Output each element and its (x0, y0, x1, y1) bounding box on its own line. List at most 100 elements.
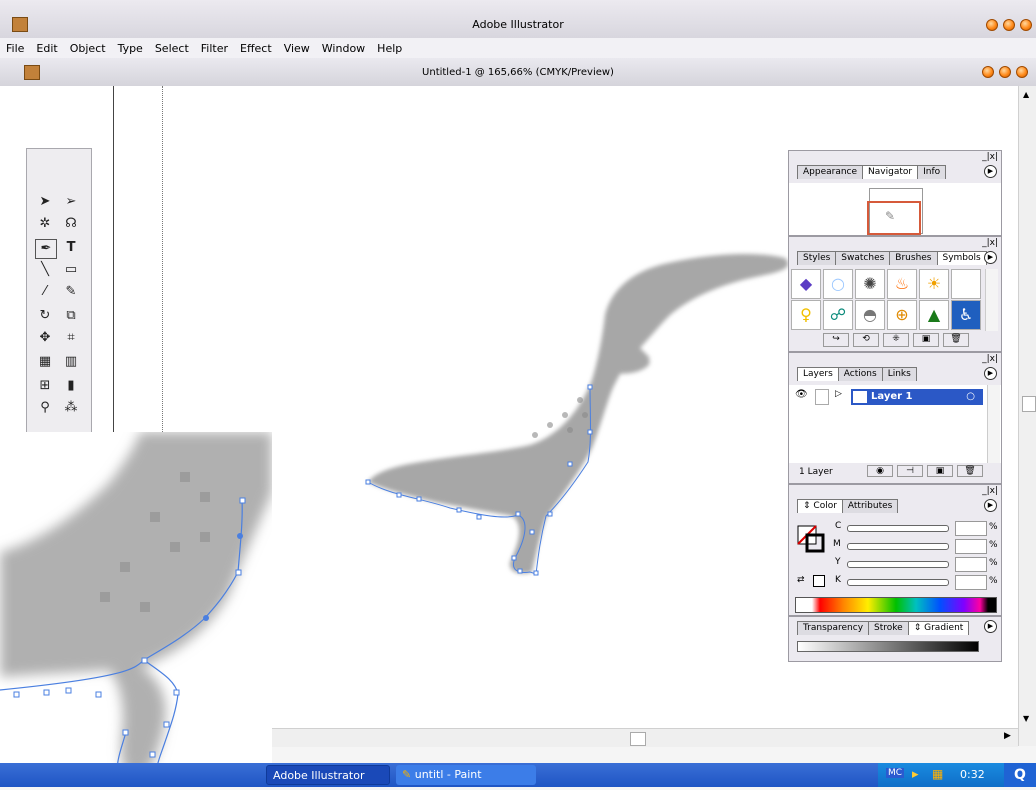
accessibility-symbol-icon[interactable]: ♿ (951, 300, 981, 330)
new-sublayer-icon[interactable]: ⊣ (897, 465, 923, 477)
gradient-ramp[interactable] (797, 641, 979, 652)
new-layer-icon[interactable]: ▣ (927, 465, 953, 477)
new-symbol-icon[interactable]: ▣ (913, 333, 939, 347)
menu-help[interactable]: Help (371, 42, 408, 55)
menu-edit[interactable]: Edit (30, 42, 63, 55)
panel-close-icon[interactable]: _|x| (982, 486, 998, 496)
tab-attributes[interactable]: Attributes (841, 499, 899, 513)
tab-appearance[interactable]: Appearance (797, 165, 864, 179)
menu-file[interactable]: File (0, 42, 30, 55)
menu-view[interactable]: View (278, 42, 316, 55)
vertical-scroll-thumb[interactable] (1022, 396, 1036, 412)
close-button[interactable] (1020, 19, 1032, 31)
tree-symbol-icon[interactable]: ▲ (919, 300, 949, 330)
selection-tool-icon[interactable]: ➤ (35, 193, 55, 211)
scroll-up-icon[interactable]: ▲ (1023, 90, 1029, 99)
panel-close-icon[interactable]: _|x| (982, 152, 998, 162)
graph-tool-icon[interactable]: ▥ (61, 353, 81, 371)
doc-maximize-button[interactable] (999, 66, 1011, 78)
target-circle-icon[interactable]: ○ (966, 389, 975, 405)
smear-symbol-icon[interactable]: ◓ (855, 300, 885, 330)
fill-stroke-icon[interactable] (797, 525, 827, 555)
maximize-button[interactable] (1003, 19, 1015, 31)
panel-close-icon[interactable]: _|x| (982, 238, 998, 248)
sun-symbol-icon[interactable]: ☀ (919, 269, 949, 299)
tab-styles[interactable]: Styles (797, 251, 837, 265)
scroll-right-icon[interactable]: ▶ (1004, 731, 1011, 741)
bubble-symbol-icon[interactable]: ○ (823, 269, 853, 299)
magic-wand-tool-icon[interactable]: ✲ (35, 215, 55, 233)
tab-swatches[interactable]: Swatches (835, 251, 891, 265)
pencil-tool-icon[interactable]: ✎ (61, 283, 81, 301)
panel-menu-icon[interactable]: ▶ (984, 367, 997, 380)
place-symbol-icon[interactable]: ↪ (823, 333, 849, 347)
break-link-icon[interactable]: ⁜ (883, 333, 909, 347)
lock-toggle[interactable] (815, 389, 829, 405)
tab-color[interactable]: ⇕ Color (797, 499, 843, 513)
globe-symbol-icon[interactable]: ⊕ (887, 300, 917, 330)
black-field[interactable] (955, 575, 987, 590)
tab-actions[interactable]: Actions (837, 367, 883, 381)
menu-effect[interactable]: Effect (234, 42, 278, 55)
symbol-sprayer-tool-icon[interactable]: ▦ (35, 353, 55, 371)
minimize-button[interactable] (986, 19, 998, 31)
navigator-preview[interactable]: ✎ (789, 183, 1001, 235)
blend-tool-icon[interactable]: ⁂ (61, 399, 81, 417)
tray-app-icon[interactable]: ▦ (932, 767, 943, 781)
menu-filter[interactable]: Filter (195, 42, 234, 55)
fire-symbol-icon[interactable]: ♨ (887, 269, 917, 299)
empty-symbol-slot[interactable] (951, 269, 981, 299)
tab-navigator[interactable]: Navigator (862, 165, 919, 179)
fish-symbol-icon[interactable]: ◆ (791, 269, 821, 299)
pen-tool-icon[interactable]: ✒ (35, 239, 57, 259)
tab-info[interactable]: Info (917, 165, 947, 179)
clipping-mask-icon[interactable]: ◉ (867, 465, 893, 477)
type-tool-icon[interactable]: T (61, 239, 81, 257)
search-icon[interactable]: Q (1004, 763, 1036, 787)
panel-menu-icon[interactable]: ▶ (984, 620, 997, 633)
tab-links[interactable]: Links (881, 367, 917, 381)
gecko-artwork[interactable] (340, 240, 810, 600)
lasso-tool-icon[interactable]: ☊ (61, 215, 81, 233)
gradient-tool-icon[interactable]: ▮ (61, 377, 81, 395)
last-color-swatch[interactable] (813, 575, 825, 587)
delete-layer-icon[interactable]: 🗑 (957, 465, 983, 477)
layers-scrollbar[interactable] (987, 385, 1000, 463)
horizontal-scroll-thumb[interactable] (630, 732, 646, 746)
rotate-tool-icon[interactable]: ↻ (35, 307, 55, 325)
taskbar-illustrator[interactable]: Adobe Illustrator (266, 765, 390, 785)
grunge-symbol-icon[interactable]: ✺ (855, 269, 885, 299)
doc-minimize-button[interactable] (982, 66, 994, 78)
venus-logo[interactable] (32, 163, 86, 187)
tab-layers[interactable]: Layers (797, 367, 839, 381)
restroom-symbol-icon[interactable]: ☍ (823, 300, 853, 330)
free-transform-tool-icon[interactable]: ⌗ (61, 329, 81, 347)
menu-select[interactable]: Select (149, 42, 195, 55)
delete-symbol-icon[interactable]: 🗑 (943, 333, 969, 347)
menu-type[interactable]: Type (112, 42, 149, 55)
vertical-scrollbar[interactable]: ▲ ▼ (1018, 86, 1036, 746)
magenta-slider[interactable] (847, 543, 949, 550)
panel-menu-icon[interactable]: ▶ (984, 251, 997, 264)
paintbrush-tool-icon[interactable]: ⁄ (35, 283, 55, 301)
scale-tool-icon[interactable]: ⧉ (61, 307, 81, 325)
replace-symbol-icon[interactable]: ⟲ (853, 333, 879, 347)
rectangle-tool-icon[interactable]: ▭ (61, 261, 81, 279)
panel-menu-icon[interactable]: ▶ (984, 499, 997, 512)
tab-symbols[interactable]: Symbols (936, 251, 987, 265)
yellow-field[interactable] (955, 557, 987, 572)
color-spectrum-bar[interactable] (795, 597, 997, 613)
visibility-eye-icon[interactable]: 👁 (795, 389, 808, 400)
mesh-tool-icon[interactable]: ⊞ (35, 377, 55, 395)
line-tool-icon[interactable]: ╲ (35, 261, 55, 279)
tab-brushes[interactable]: Brushes (889, 251, 938, 265)
panel-close-icon[interactable]: _|x| (982, 354, 998, 364)
warp-tool-icon[interactable]: ✥ (35, 329, 55, 347)
scroll-down-icon[interactable]: ▼ (1023, 714, 1029, 723)
tray-language-indicator[interactable]: MC (886, 768, 905, 778)
cyan-slider[interactable] (847, 525, 949, 532)
cyan-field[interactable] (955, 521, 987, 536)
yellow-slider[interactable] (847, 561, 949, 568)
eyedropper-tool-icon[interactable]: ⚲ (35, 399, 55, 417)
tab-stroke[interactable]: Stroke (868, 621, 909, 635)
